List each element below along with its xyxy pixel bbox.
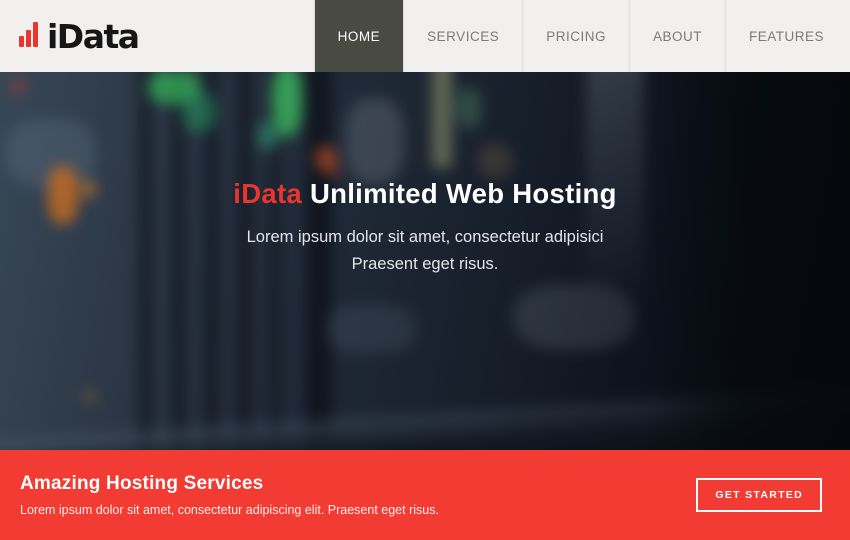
nav-item-services[interactable]: SERVICES — [403, 0, 522, 72]
nav-item-home[interactable]: HOME — [314, 0, 404, 72]
hero-subtitle-line1: Lorem ipsum dolor sit amet, consectetur … — [0, 224, 850, 251]
hero-content: iData Unlimited Web Hosting Lorem ipsum … — [0, 72, 850, 278]
hero-subtitle-line2: Praesent eget risus. — [0, 251, 850, 278]
hero-title-rest: Unlimited Web Hosting — [302, 178, 617, 209]
brand-name: iData — [47, 17, 139, 56]
hero-subtitle: Lorem ipsum dolor sit amet, consectetur … — [0, 224, 850, 278]
get-started-button[interactable]: GET STARTED — [696, 478, 822, 512]
site-header: iData HOME SERVICES PRICING ABOUT FEATUR… — [0, 0, 850, 72]
brand-logo[interactable]: iData — [0, 0, 139, 72]
hero-title-accent: iData — [233, 178, 302, 209]
cta-bar: Amazing Hosting Services Lorem ipsum dol… — [0, 450, 850, 540]
cta-heading: Amazing Hosting Services — [20, 473, 439, 495]
hero-title: iData Unlimited Web Hosting — [0, 178, 850, 210]
nav-item-about[interactable]: ABOUT — [629, 0, 725, 72]
main-nav: HOME SERVICES PRICING ABOUT FEATURES — [314, 0, 850, 72]
nav-item-pricing[interactable]: PRICING — [522, 0, 629, 72]
nav-item-features[interactable]: FEATURES — [725, 0, 850, 72]
bar-chart-icon — [19, 22, 38, 50]
hero-section: iData Unlimited Web Hosting Lorem ipsum … — [0, 72, 850, 450]
cta-text-block: Amazing Hosting Services Lorem ipsum dol… — [20, 473, 439, 517]
cta-description: Lorem ipsum dolor sit amet, consectetur … — [20, 503, 439, 517]
